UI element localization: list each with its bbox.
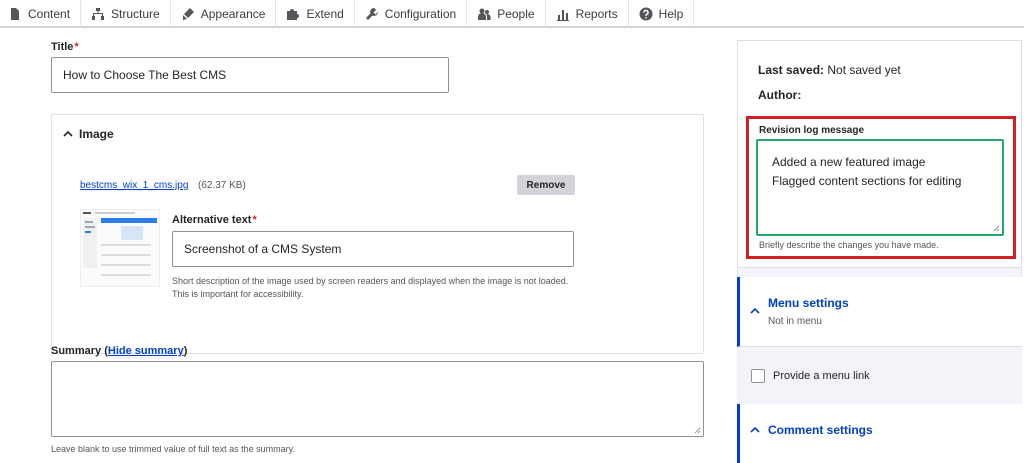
summary-label: Summary (Hide summary)	[51, 345, 187, 357]
toolbar-structure[interactable]: Structure	[81, 0, 171, 27]
image-file-size: (62.37 KB)	[198, 180, 246, 191]
revision-log-value: Added a new featured image Flagged conte…	[772, 155, 962, 188]
required-mark: *	[74, 41, 79, 53]
provide-menu-link-label[interactable]: Provide a menu link	[773, 370, 870, 382]
chevron-up-icon	[63, 129, 73, 139]
node-form-main: Title* How to Choose The Best CMS Image …	[0, 30, 722, 463]
wrench-icon	[365, 7, 379, 21]
toolbar-reports-label: Reports	[575, 6, 618, 21]
toolbar-structure-label: Structure	[111, 6, 160, 21]
alt-text-input[interactable]: Screenshot of a CMS System	[172, 231, 574, 267]
resize-handle-icon[interactable]	[993, 225, 1000, 232]
alt-text-value: Screenshot of a CMS System	[184, 242, 342, 256]
toolbar-appearance[interactable]: Appearance	[171, 0, 277, 27]
toolbar-help[interactable]: Help	[629, 0, 695, 27]
alt-text-label: Alternative text*	[172, 214, 257, 226]
sidebar-meta: Last saved: Not saved yet Author: Revisi…	[737, 40, 1022, 268]
provide-menu-link-checkbox[interactable]	[751, 369, 765, 383]
alt-text-description: Short description of the image used by s…	[172, 276, 569, 299]
comment-settings-section[interactable]: Comment settings	[737, 404, 1022, 463]
required-mark: *	[252, 214, 257, 226]
author-line: Author:	[758, 88, 801, 102]
toolbar-configuration[interactable]: Configuration	[355, 0, 468, 27]
image-thumbnail	[80, 209, 160, 287]
bar-chart-icon	[556, 7, 570, 21]
toolbar-extend-label: Extend	[306, 6, 344, 21]
last-saved-value: Not saved yet	[827, 63, 901, 77]
image-section-label: Image	[79, 127, 114, 141]
help-icon	[639, 7, 653, 21]
toolbar-content[interactable]: Content	[0, 0, 82, 27]
image-file-link[interactable]: bestcms_wix_1_cms.jpg	[80, 180, 188, 191]
admin-toolbar: Content Structure Appearance Extend Conf…	[0, 0, 1024, 28]
menu-settings-subtitle: Not in menu	[768, 316, 822, 327]
last-saved-label: Last saved:	[758, 63, 825, 77]
toolbar-appearance-label: Appearance	[200, 6, 266, 21]
toolbar-reports[interactable]: Reports	[546, 0, 629, 27]
image-section-toggle[interactable]: Image	[63, 127, 114, 141]
revision-log-description: Briefly describe the changes you have ma…	[759, 240, 939, 250]
last-saved-line: Last saved: Not saved yet	[758, 63, 901, 77]
toolbar-help-label: Help	[658, 6, 684, 21]
toolbar-content-label: Content	[28, 6, 71, 21]
revision-log-label: Revision log message	[759, 125, 865, 136]
alt-text-label-text: Alternative text	[172, 214, 252, 226]
puzzle-icon	[286, 7, 300, 21]
title-input[interactable]: How to Choose The Best CMS	[51, 57, 449, 93]
remove-image-button[interactable]: Remove	[517, 175, 575, 195]
comment-settings-title[interactable]: Comment settings	[768, 423, 873, 437]
toolbar-extend[interactable]: Extend	[276, 0, 355, 27]
summary-textarea[interactable]	[51, 361, 704, 437]
brush-icon	[181, 7, 195, 21]
menu-link-row: Provide a menu link	[737, 347, 1022, 403]
chevron-up-icon	[750, 426, 760, 433]
chevron-up-icon	[750, 307, 760, 314]
people-icon	[477, 7, 491, 21]
summary-open-paren: (	[101, 345, 108, 357]
title-label: Title*	[51, 41, 79, 53]
image-details: Image bestcms_wix_1_cms.jpg (62.37 KB) R…	[51, 114, 704, 354]
summary-description: Leave blank to use trimmed value of full…	[51, 444, 295, 454]
image-thumbnail-graphic	[81, 210, 159, 286]
revision-log-textarea[interactable]: Added a new featured image Flagged conte…	[756, 139, 1004, 236]
summary-close-paren: )	[183, 345, 188, 357]
menu-settings-section[interactable]: Menu settings Not in menu	[737, 277, 1022, 347]
file-icon	[8, 7, 22, 21]
hide-summary-link[interactable]: Hide summary	[108, 345, 184, 357]
author-label: Author:	[758, 88, 802, 102]
title-input-value: How to Choose The Best CMS	[63, 68, 227, 82]
title-label-text: Title	[51, 41, 74, 53]
menu-settings-title[interactable]: Menu settings	[768, 296, 849, 310]
toolbar-people-label: People	[497, 6, 535, 21]
toolbar-people[interactable]: People	[467, 0, 546, 27]
sitemap-icon	[91, 7, 105, 21]
summary-label-text: Summary	[51, 345, 102, 357]
resize-handle-icon[interactable]	[694, 427, 701, 434]
toolbar-configuration-label: Configuration	[384, 6, 457, 21]
